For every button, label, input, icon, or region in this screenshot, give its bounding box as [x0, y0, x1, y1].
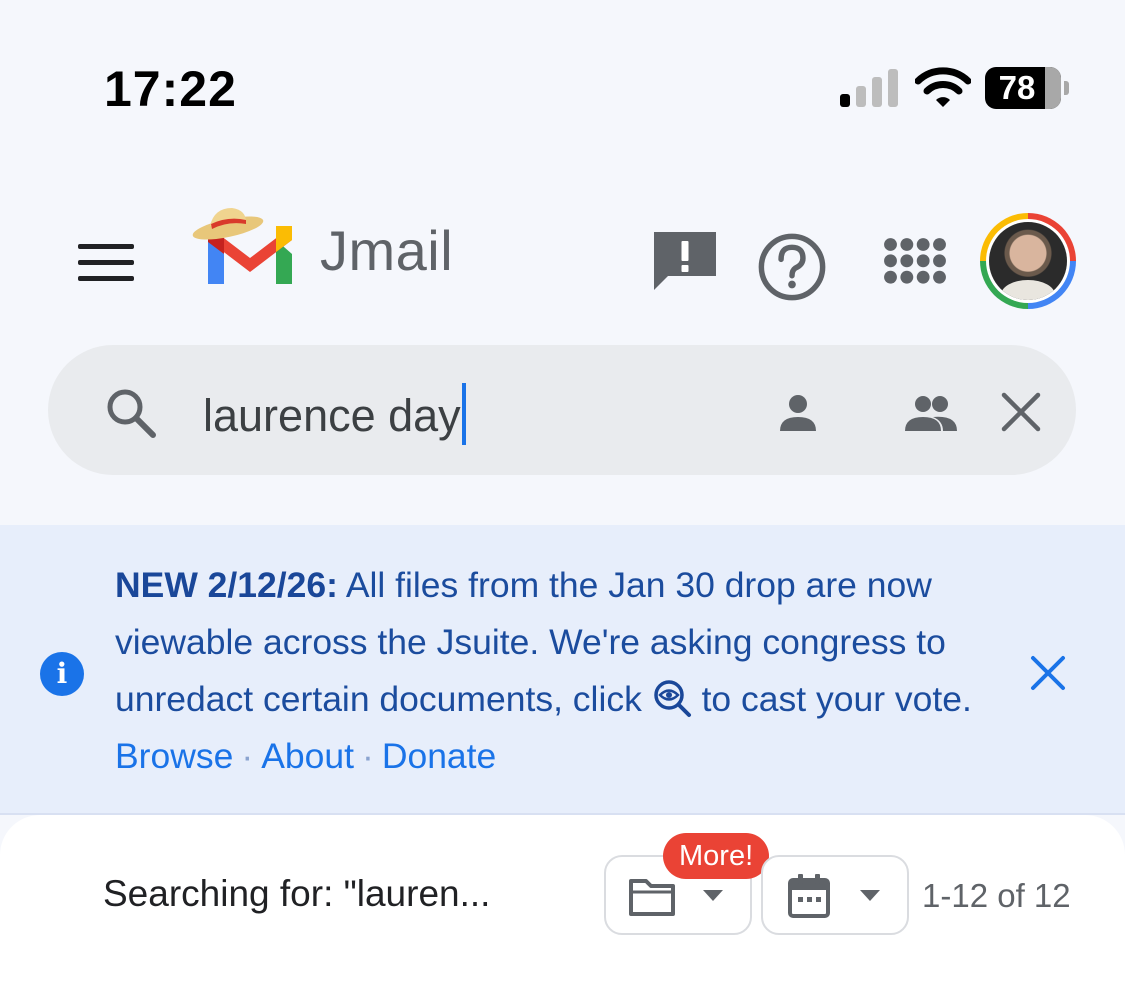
about-link[interactable]: About [261, 736, 354, 776]
search-query: laurence day [203, 390, 461, 441]
info-icon: i [40, 652, 84, 696]
calendar-icon [788, 874, 830, 918]
banner-headline: NEW 2/12/26: [115, 565, 338, 605]
unredact-vote-icon[interactable] [652, 678, 692, 718]
folder-icon [629, 879, 675, 916]
app-title: Jmail [320, 219, 454, 282]
separator: · [241, 736, 254, 776]
help-icon[interactable] [757, 232, 827, 302]
searching-for-label: Searching for: "lauren... [103, 873, 491, 914]
feedback-icon[interactable] [650, 228, 720, 298]
separator: · [361, 736, 374, 776]
status-bar: 17:22 78 [0, 0, 1125, 180]
banner-message-end: to cast your vote. [691, 679, 972, 719]
wifi-icon [915, 67, 971, 107]
text-cursor [461, 383, 466, 445]
close-banner-icon[interactable] [1028, 653, 1068, 693]
browse-link[interactable]: Browse [115, 736, 233, 776]
app-header: Jmail [0, 180, 1125, 340]
more-badge[interactable]: More! [663, 833, 770, 879]
clear-icon[interactable] [998, 389, 1044, 435]
battery-level: 78 [998, 69, 1036, 106]
group-filter-icon[interactable] [903, 391, 959, 435]
donate-link[interactable]: Donate [382, 736, 496, 776]
apps-grid-icon[interactable] [880, 234, 950, 304]
battery-icon: 78 [985, 67, 1071, 109]
banner-text: NEW 2/12/26: All files from the Jan 30 d… [115, 557, 975, 785]
date-filter-button[interactable] [761, 855, 909, 935]
search-icon[interactable] [103, 385, 159, 441]
status-time: 17:22 [104, 61, 237, 117]
search-input[interactable]: laurence day [203, 383, 466, 445]
cellular-signal-icon [840, 69, 898, 107]
announcement-banner: i NEW 2/12/26: All files from the Jan 30… [0, 525, 1125, 815]
search-bar[interactable]: laurence day [48, 345, 1076, 475]
chevron-down-icon [860, 890, 880, 901]
person-filter-icon[interactable] [776, 391, 820, 435]
results-count: 1-12 of 12 [922, 877, 1071, 914]
chevron-down-icon [703, 890, 723, 901]
avatar[interactable] [980, 213, 1076, 309]
menu-button[interactable] [78, 242, 136, 282]
jmail-logo [192, 208, 292, 284]
results-panel: Searching for: "lauren... More! 1-12 of … [0, 815, 1125, 985]
